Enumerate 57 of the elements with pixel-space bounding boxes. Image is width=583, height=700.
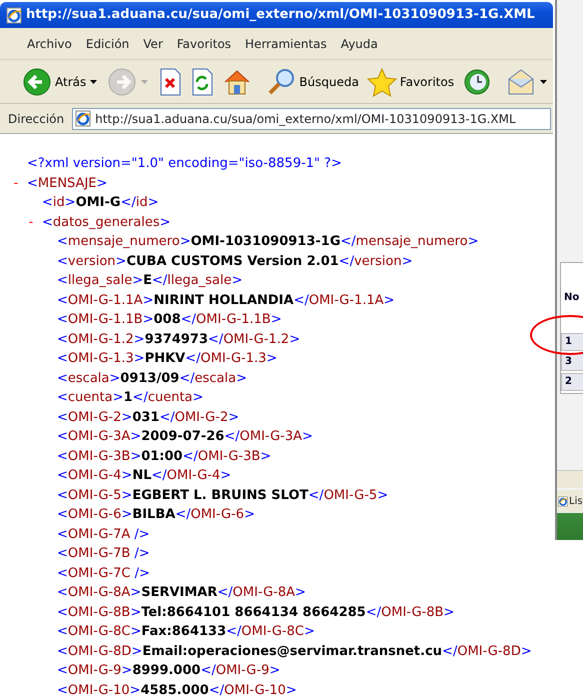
xml-element-line: <mensaje_numero>OMI-1031090913-1G</mensaje_numero> [57,233,479,251]
back-button[interactable]: Atrás [18,62,90,100]
xml-element-line: <OMI-G-4>NL</OMI-G-4> [57,467,232,485]
page-icon [558,496,568,506]
stop-icon [158,66,182,96]
xml-element-line: <OMI-G-1.1B>008</OMI-G-1.1B> [57,311,282,329]
xml-element-line: <OMI-G-3B>01:00</OMI-G-3B> [57,448,272,466]
menu-item[interactable]: Edición [78,34,136,52]
xml-element-line: <OMI-G-7B /> [57,545,150,563]
address-label: Dirección [8,110,64,128]
xml-element-line: <OMI-G-8D>Email:operaciones@servimar.transnet.cu</OMI-G-8D> [57,642,532,660]
xml-element-line: <OMI-G-8B>Tel:8664101 8664134 8664285</OMI-G-8B> [57,604,454,622]
xml-element-line: <OMI-G-3A>2009-07-26</OMI-G-3A> [57,428,313,446]
xml-element-line: <OMI-G-8A>SERVIMAR</OMI-G-8A> [57,584,306,602]
xml-element-line: <OMI-G-9>8999.000</OMI-G-9> [57,662,280,680]
menu-item[interactable]: Archivo [20,34,79,52]
scrollbar[interactable] [557,470,583,488]
xml-element-line: <llega_sale>E</llega_sale> [57,272,242,290]
menu-item[interactable]: Favoritos [170,34,238,52]
browser-icon [6,6,22,24]
xml-element-line: <OMI-G-1.1A>NIRINT HOLLANDIA</OMI-G-1.1A> [57,292,395,310]
xml-element-line: <OMI-G-1.3>PHKV</OMI-G-1.3> [57,350,278,368]
table-cell: 2 [561,373,583,391]
address-field[interactable]: http://sua1.aduana.cu/sua/omi_externo/xml/OMI-1031090913-1G.XML [72,108,551,130]
table-header: No [563,290,580,304]
search-button[interactable]: Búsqueda [262,62,363,100]
xml-element-line: <OMI-G-10>4585.000</OMI-G-10> [57,682,297,700]
xml-declaration: <?xml version="1.0" encoding="iso-8859-1" ?> [27,155,342,173]
xml-element-line: <OMI-G-6>BILBA</OMI-G-6> [57,506,255,524]
xml-element-line: <OMI-G-7A /> [57,526,150,544]
xml-element-line: <OMI-G-7C /> [57,564,150,582]
table-cell: 3 [561,353,583,371]
star-button[interactable]: Favoritos [362,62,458,100]
xml-element-line: <escala>0913/09</escala> [57,370,247,388]
search-icon [266,66,296,96]
xml-element-line: <MENSAJE> [27,174,108,192]
collapse-toggle[interactable]: - [12,174,27,193]
menu-item[interactable]: Herramientas [238,34,334,52]
xml-element-line: <version>CUBA CUSTOMS Version 2.01</version> [57,252,413,270]
page-icon [75,110,92,127]
xml-element-line: <OMI-G-8C>Fax:864133</OMI-G-8C> [57,623,315,641]
xml-element-line: <datos_generales> [42,214,171,232]
collapse-toggle[interactable]: - [27,212,42,232]
table-cell: 1 [561,333,583,351]
star-icon [366,66,397,96]
window-title: http://sua1.aduana.cu/sua/omi_externo/xml/OMI-1031090913-1G.XML [26,6,535,24]
xml-element-line: <OMI-G-5>EGBERT L. BRUINS SLOT</OMI-G-5> [57,486,388,504]
menu-item[interactable]: Ayuda [334,34,385,52]
xml-element-line: <OMI-G-2>031</OMI-G-2> [57,408,240,426]
xml-element-line: <OMI-G-1.2>9374973</OMI-G-1.2> [57,330,300,348]
refresh-icon [190,66,214,96]
status-text: Lis [569,494,583,508]
menu-item[interactable]: Ver [136,34,170,52]
xml-element-line: <id>OMI-G</id> [42,194,159,212]
taskbar [557,513,583,540]
xml-element-line: <cuenta>1</cuenta> [57,389,204,407]
envelope-icon [506,66,536,96]
